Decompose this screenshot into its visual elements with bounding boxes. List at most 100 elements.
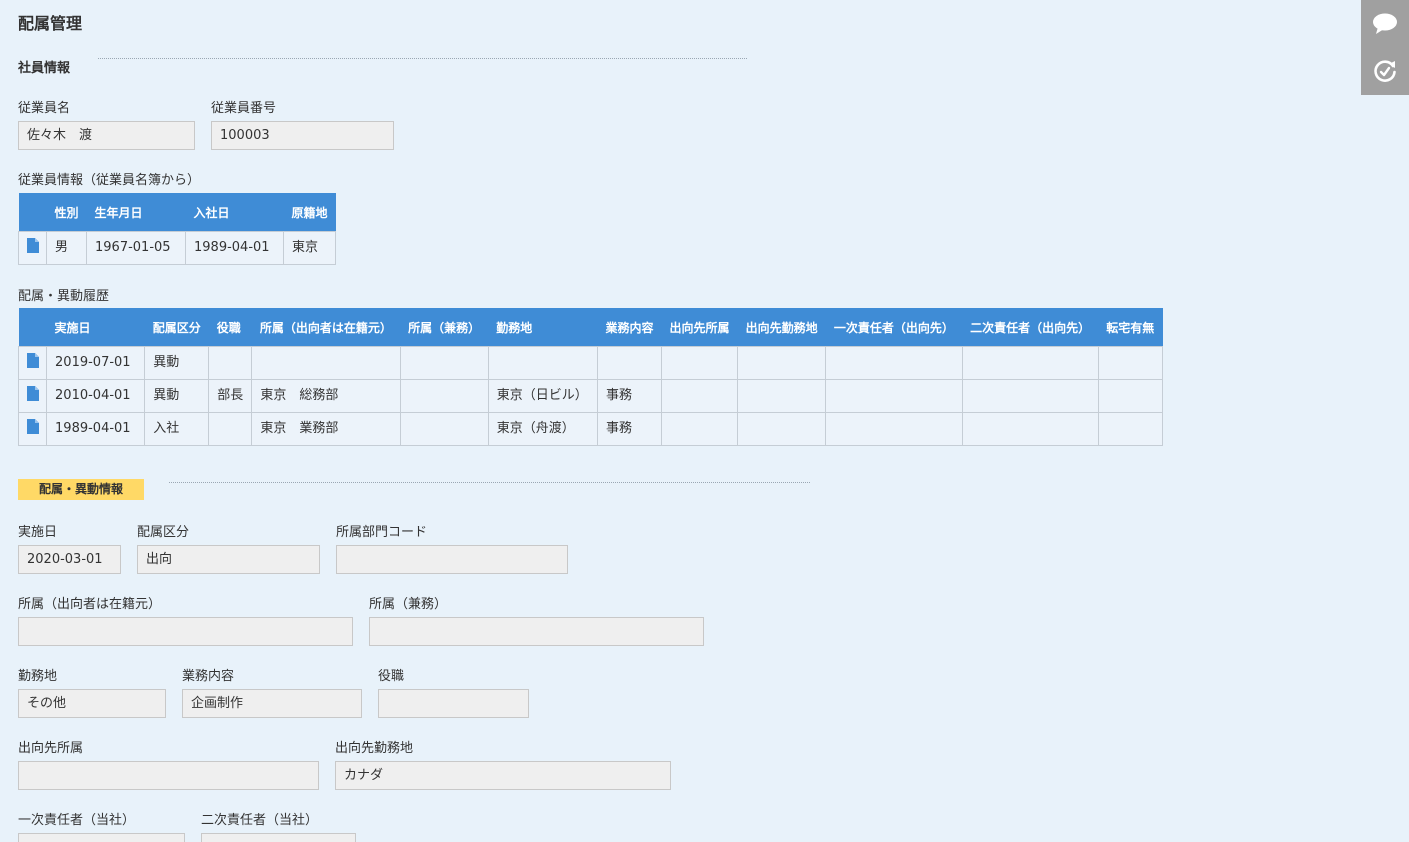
comment-button[interactable] xyxy=(1361,0,1409,47)
row-icon-cell[interactable] xyxy=(17,412,48,446)
table-header-row: 実施日 配属区分 役職 所属（出向者は在籍元） 所属（兼務） 勤務地 業務内容 … xyxy=(18,308,1163,347)
table-cell: 異動 xyxy=(144,346,210,380)
page-title: 配属管理 xyxy=(18,14,83,33)
workplace-field[interactable]: その他 xyxy=(18,689,166,718)
icon-column-header xyxy=(18,308,47,347)
table-cell xyxy=(961,412,1099,446)
employee-number-label: 従業員番号 xyxy=(211,101,277,116)
position-label: 役職 xyxy=(378,669,405,684)
column-header: 出向先所属 xyxy=(661,308,738,347)
concurrent-label: 所属（兼務） xyxy=(369,597,448,612)
document-icon[interactable] xyxy=(27,238,39,253)
table-cell: 東京 xyxy=(283,231,337,265)
section-divider xyxy=(98,58,747,59)
table-cell: 1989-04-01 xyxy=(46,412,146,446)
table-cell: 東京 総務部 xyxy=(251,379,401,413)
dest-workplace-field[interactable]: カナダ xyxy=(335,761,671,790)
table-cell xyxy=(661,346,739,380)
table-cell xyxy=(208,412,253,446)
table-row[interactable]: 男 1967-01-05 1989-04-01 東京 xyxy=(18,231,337,265)
icon-column-header xyxy=(18,193,47,232)
transfer-section-title: 配属・異動情報 xyxy=(18,479,144,500)
row-icon-cell[interactable] xyxy=(17,379,48,413)
employee-info-label: 従業員情報（従業員名簿から） xyxy=(18,173,201,188)
employee-name-field[interactable]: 佐々木 渡 xyxy=(18,121,195,150)
date-field[interactable]: 2020-03-01 xyxy=(18,545,121,574)
table-cell xyxy=(596,346,663,380)
employee-name-label: 従業員名 xyxy=(18,101,71,116)
table-cell xyxy=(399,412,489,446)
table-cell xyxy=(961,379,1099,413)
column-header: 生年月日 xyxy=(86,193,186,232)
table-row[interactable]: 2010-04-01 異動 部長 東京 総務部 東京（日ビル） 事務 xyxy=(17,379,1164,413)
column-header: 所属（兼務） xyxy=(400,308,489,347)
column-header: 転宅有無 xyxy=(1098,308,1163,347)
table-cell xyxy=(399,379,489,413)
dept-code-field[interactable] xyxy=(336,545,568,574)
column-header: 配属区分 xyxy=(144,308,209,347)
table-cell xyxy=(1097,379,1164,413)
document-icon[interactable] xyxy=(27,353,39,368)
affiliation-field[interactable] xyxy=(18,617,353,646)
table-cell xyxy=(399,346,489,380)
date-label: 実施日 xyxy=(18,525,58,540)
secondary-manager-field[interactable] xyxy=(201,833,356,842)
employee-info-table: 性別 生年月日 入社日 原籍地 男 1967-01-05 1989-04-01 … xyxy=(18,193,337,265)
document-icon[interactable] xyxy=(27,386,39,401)
table-row[interactable]: 2019-07-01 異動 xyxy=(17,346,1164,380)
concurrent-field[interactable] xyxy=(369,617,704,646)
section-divider xyxy=(169,482,810,483)
column-header: 所属（出向者は在籍元） xyxy=(251,308,401,347)
table-cell xyxy=(487,346,598,380)
column-header: 性別 xyxy=(46,193,87,232)
document-icon[interactable] xyxy=(27,419,39,434)
page: 配属管理 社員情報 従業員名 佐々木 渡 従業員番号 100003 従業員情報（… xyxy=(0,0,1409,842)
duties-field[interactable]: 企画制作 xyxy=(182,689,362,718)
table-cell xyxy=(661,379,739,413)
table-row[interactable]: 1989-04-01 入社 東京 業務部 東京（舟渡） 事務 xyxy=(17,412,1164,446)
table-cell: 事務 xyxy=(596,412,663,446)
table-cell xyxy=(737,346,827,380)
table-header-row: 性別 生年月日 入社日 原籍地 xyxy=(18,193,336,232)
table-cell: 東京（日ビル） xyxy=(487,379,598,413)
row-icon-cell[interactable] xyxy=(17,346,48,380)
row-icon-cell[interactable] xyxy=(18,231,47,265)
table-cell: 1967-01-05 xyxy=(86,231,187,265)
column-header: 出向先勤務地 xyxy=(737,308,826,347)
table-cell: 東京 業務部 xyxy=(251,412,401,446)
table-cell xyxy=(661,412,739,446)
column-header: 入社日 xyxy=(185,193,284,232)
dest-affiliation-label: 出向先所属 xyxy=(18,741,84,756)
table-cell: 部長 xyxy=(208,379,253,413)
column-header: 勤務地 xyxy=(488,308,598,347)
column-header: 二次責任者（出向先） xyxy=(962,308,1099,347)
column-header: 一次責任者（出向先） xyxy=(825,308,963,347)
workplace-label: 勤務地 xyxy=(18,669,58,684)
dept-code-label: 所属部門コード xyxy=(336,525,428,540)
history-button[interactable] xyxy=(1361,47,1409,94)
category-field[interactable]: 出向 xyxy=(137,545,320,574)
column-header: 役職 xyxy=(208,308,252,347)
table-cell: 男 xyxy=(45,231,88,265)
secondary-manager-label: 二次責任者（当社） xyxy=(201,813,319,828)
primary-manager-field[interactable] xyxy=(18,833,185,842)
position-field[interactable] xyxy=(378,689,529,718)
table-cell xyxy=(737,379,827,413)
employee-section-title: 社員情報 xyxy=(18,61,71,76)
table-cell: 事務 xyxy=(596,379,663,413)
table-cell: 東京（舟渡） xyxy=(487,412,598,446)
employee-number-field[interactable]: 100003 xyxy=(211,121,394,150)
table-cell xyxy=(825,379,963,413)
table-cell xyxy=(1097,412,1164,446)
dest-affiliation-field[interactable] xyxy=(18,761,319,790)
table-cell xyxy=(737,412,827,446)
column-header: 業務内容 xyxy=(597,308,662,347)
column-header: 原籍地 xyxy=(283,193,336,232)
history-label: 配属・異動履歴 xyxy=(18,289,110,304)
comment-icon xyxy=(1373,13,1397,34)
table-cell: 1989-04-01 xyxy=(185,231,285,265)
side-panel xyxy=(1361,0,1409,95)
history-icon xyxy=(1374,59,1396,82)
table-cell xyxy=(961,346,1099,380)
table-cell xyxy=(825,412,963,446)
